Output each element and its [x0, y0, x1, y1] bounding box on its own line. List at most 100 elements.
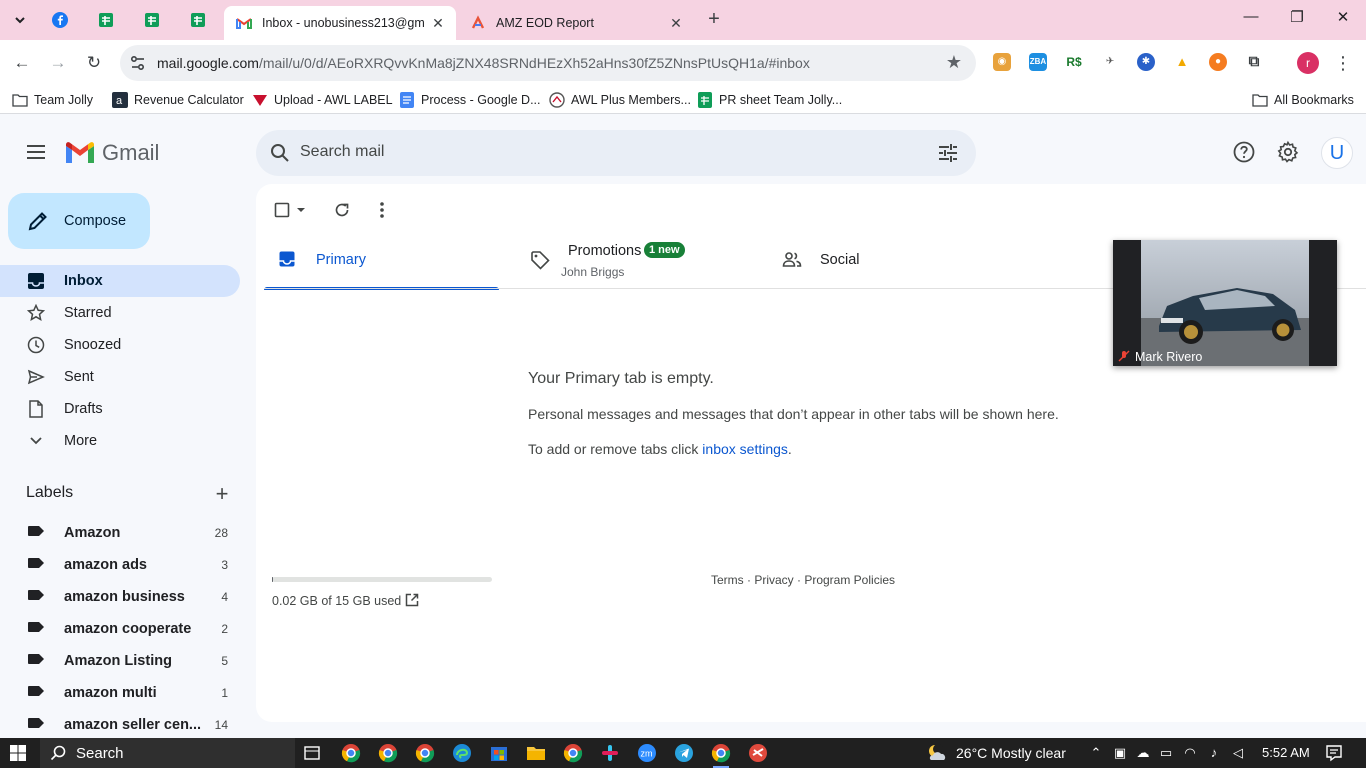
volume-icon[interactable]: ◁: [1230, 745, 1246, 761]
bookmark-item[interactable]: Team Jolly: [12, 91, 93, 109]
label-item[interactable]: Amazon Listing 5: [0, 645, 240, 677]
chrome-profile-avatar[interactable]: r: [1297, 52, 1319, 74]
label-item[interactable]: amazon business 4: [0, 581, 240, 613]
select-dropdown-icon[interactable]: [294, 200, 308, 220]
account-avatar[interactable]: U: [1321, 137, 1353, 169]
bookmark-star-icon[interactable]: ★: [946, 52, 962, 73]
label-item[interactable]: amazon ads 3: [0, 549, 240, 581]
microphone-icon[interactable]: ♪: [1206, 745, 1222, 761]
external-link-icon[interactable]: [404, 592, 420, 608]
search-bar[interactable]: Search mail: [256, 130, 976, 176]
sheets-pinned-tab-icon[interactable]: [140, 8, 164, 32]
refresh-icon[interactable]: [332, 200, 352, 220]
extension-icon[interactable]: ▲: [1173, 53, 1191, 71]
show-hidden-icons-icon[interactable]: ⌃: [1088, 745, 1104, 761]
new-tab-button[interactable]: +: [703, 9, 725, 31]
nav-sent[interactable]: Sent: [0, 361, 240, 393]
extension-icon[interactable]: ◉: [993, 53, 1011, 71]
nav-starred[interactable]: Starred: [0, 297, 240, 329]
minimize-icon[interactable]: —: [1236, 8, 1266, 32]
video-call-thumbnail[interactable]: Mark Rivero: [1113, 240, 1337, 366]
chrome-taskbar-icon[interactable]: [378, 743, 398, 763]
extension-icon[interactable]: ✱: [1137, 53, 1155, 71]
facebook-pinned-tab-icon[interactable]: [48, 8, 72, 32]
close-window-icon[interactable]: ✕: [1328, 8, 1358, 32]
slack-taskbar-icon[interactable]: [600, 743, 620, 763]
extension-icon[interactable]: R$: [1065, 53, 1083, 71]
store-taskbar-icon[interactable]: [489, 743, 509, 763]
main-menu-icon[interactable]: [24, 140, 48, 164]
all-bookmarks-button[interactable]: All Bookmarks: [1252, 91, 1354, 109]
muted-microphone-icon: [1118, 350, 1130, 362]
battery-icon[interactable]: ▭: [1158, 745, 1174, 761]
notification-center-icon[interactable]: [1325, 744, 1343, 762]
tab-amz-eod-report[interactable]: AMZ EOD Report ✕: [458, 6, 694, 40]
weather-widget[interactable]: 26°C Mostly clear: [926, 743, 1066, 763]
extensions-puzzle-icon[interactable]: ⧉: [1245, 53, 1263, 71]
tab-gmail-inbox[interactable]: Inbox - unobusiness213@gmail. ✕: [224, 6, 456, 40]
more-options-icon[interactable]: [372, 200, 392, 220]
help-icon[interactable]: [1232, 140, 1256, 164]
reload-icon[interactable]: ↻: [82, 51, 106, 75]
extension-icon[interactable]: ✈: [1101, 53, 1119, 71]
tab-primary[interactable]: Primary: [264, 234, 499, 290]
zoom-taskbar-icon[interactable]: zm: [637, 743, 657, 763]
chrome-taskbar-icon[interactable]: [415, 743, 435, 763]
taskbar-search-box[interactable]: Search: [40, 738, 295, 768]
file-explorer-icon[interactable]: [526, 743, 546, 763]
chrome-taskbar-icon[interactable]: [563, 743, 583, 763]
bookmark-item[interactable]: Upload - AWL LABEL: [252, 91, 393, 109]
labels-heading: Labels: [26, 484, 74, 501]
extension-icon[interactable]: ●: [1209, 53, 1227, 71]
onedrive-icon[interactable]: ☁: [1135, 745, 1151, 761]
search-options-icon[interactable]: [936, 141, 960, 168]
meet-now-icon[interactable]: ▣: [1112, 745, 1128, 761]
compose-button[interactable]: Compose: [8, 193, 150, 249]
search-input[interactable]: Search mail: [300, 143, 384, 161]
search-icon[interactable]: [268, 141, 292, 168]
sheets-pinned-tab-icon[interactable]: [186, 8, 210, 32]
chrome-menu-icon[interactable]: ⋮: [1334, 51, 1352, 75]
close-tab-icon[interactable]: ✕: [430, 15, 446, 31]
extension-icon[interactable]: ZBA: [1029, 53, 1047, 71]
tab-promotions[interactable]: Promotions 1 new John Briggs: [516, 234, 766, 290]
tab-social[interactable]: Social: [768, 234, 1008, 290]
bookmark-item[interactable]: a Revenue Calculator: [112, 91, 244, 109]
app-taskbar-icon[interactable]: [748, 743, 768, 763]
bookmark-item[interactable]: AWL Plus Members...: [549, 91, 691, 109]
gmail-logo[interactable]: Gmail: [64, 140, 159, 166]
create-label-plus-icon[interactable]: +: [212, 483, 232, 505]
system-clock[interactable]: 5:52 AM: [1262, 745, 1310, 760]
telegram-taskbar-icon[interactable]: [674, 743, 694, 763]
bookmark-item[interactable]: PR sheet Team Jolly...: [697, 91, 842, 109]
address-bar[interactable]: mail.google.com/mail/u/0/d/AEoRXRQvvKnMa…: [120, 45, 976, 81]
label-item[interactable]: amazon cooperate 2: [0, 613, 240, 645]
windows-start-icon[interactable]: [10, 745, 26, 761]
task-view-icon[interactable]: [302, 743, 322, 763]
select-all-checkbox[interactable]: [272, 200, 292, 220]
label-item[interactable]: amazon seller cen... 14: [0, 709, 240, 741]
close-tab-icon[interactable]: ✕: [668, 15, 684, 31]
back-icon[interactable]: ←: [10, 51, 34, 75]
label-item[interactable]: Amazon 28: [0, 517, 240, 549]
edge-taskbar-icon[interactable]: [452, 743, 472, 763]
nav-snoozed[interactable]: Snoozed: [0, 329, 240, 361]
chrome-taskbar-icon[interactable]: [341, 743, 361, 763]
label-name: amazon cooperate: [64, 621, 192, 637]
wifi-icon[interactable]: ◠: [1182, 745, 1198, 761]
site-info-icon[interactable]: [128, 53, 148, 73]
bookmark-item[interactable]: Process - Google D...: [399, 91, 541, 109]
nav-drafts[interactable]: Drafts: [0, 393, 240, 425]
footer-links[interactable]: Terms · Privacy · Program Policies: [711, 573, 895, 587]
label-item[interactable]: amazon multi 1: [0, 677, 240, 709]
nav-inbox[interactable]: Inbox: [0, 265, 240, 297]
forward-icon[interactable]: →: [46, 51, 70, 75]
chrome-taskbar-icon[interactable]: [711, 743, 731, 763]
restore-icon[interactable]: ❐: [1282, 8, 1312, 32]
nav-more[interactable]: More: [0, 425, 240, 457]
sheets-pinned-tab-icon[interactable]: [94, 8, 118, 32]
label-tag-icon: [27, 589, 45, 605]
settings-gear-icon[interactable]: [1276, 140, 1300, 164]
inbox-settings-link[interactable]: inbox settings: [702, 441, 788, 457]
tab-search-icon[interactable]: [8, 8, 32, 32]
